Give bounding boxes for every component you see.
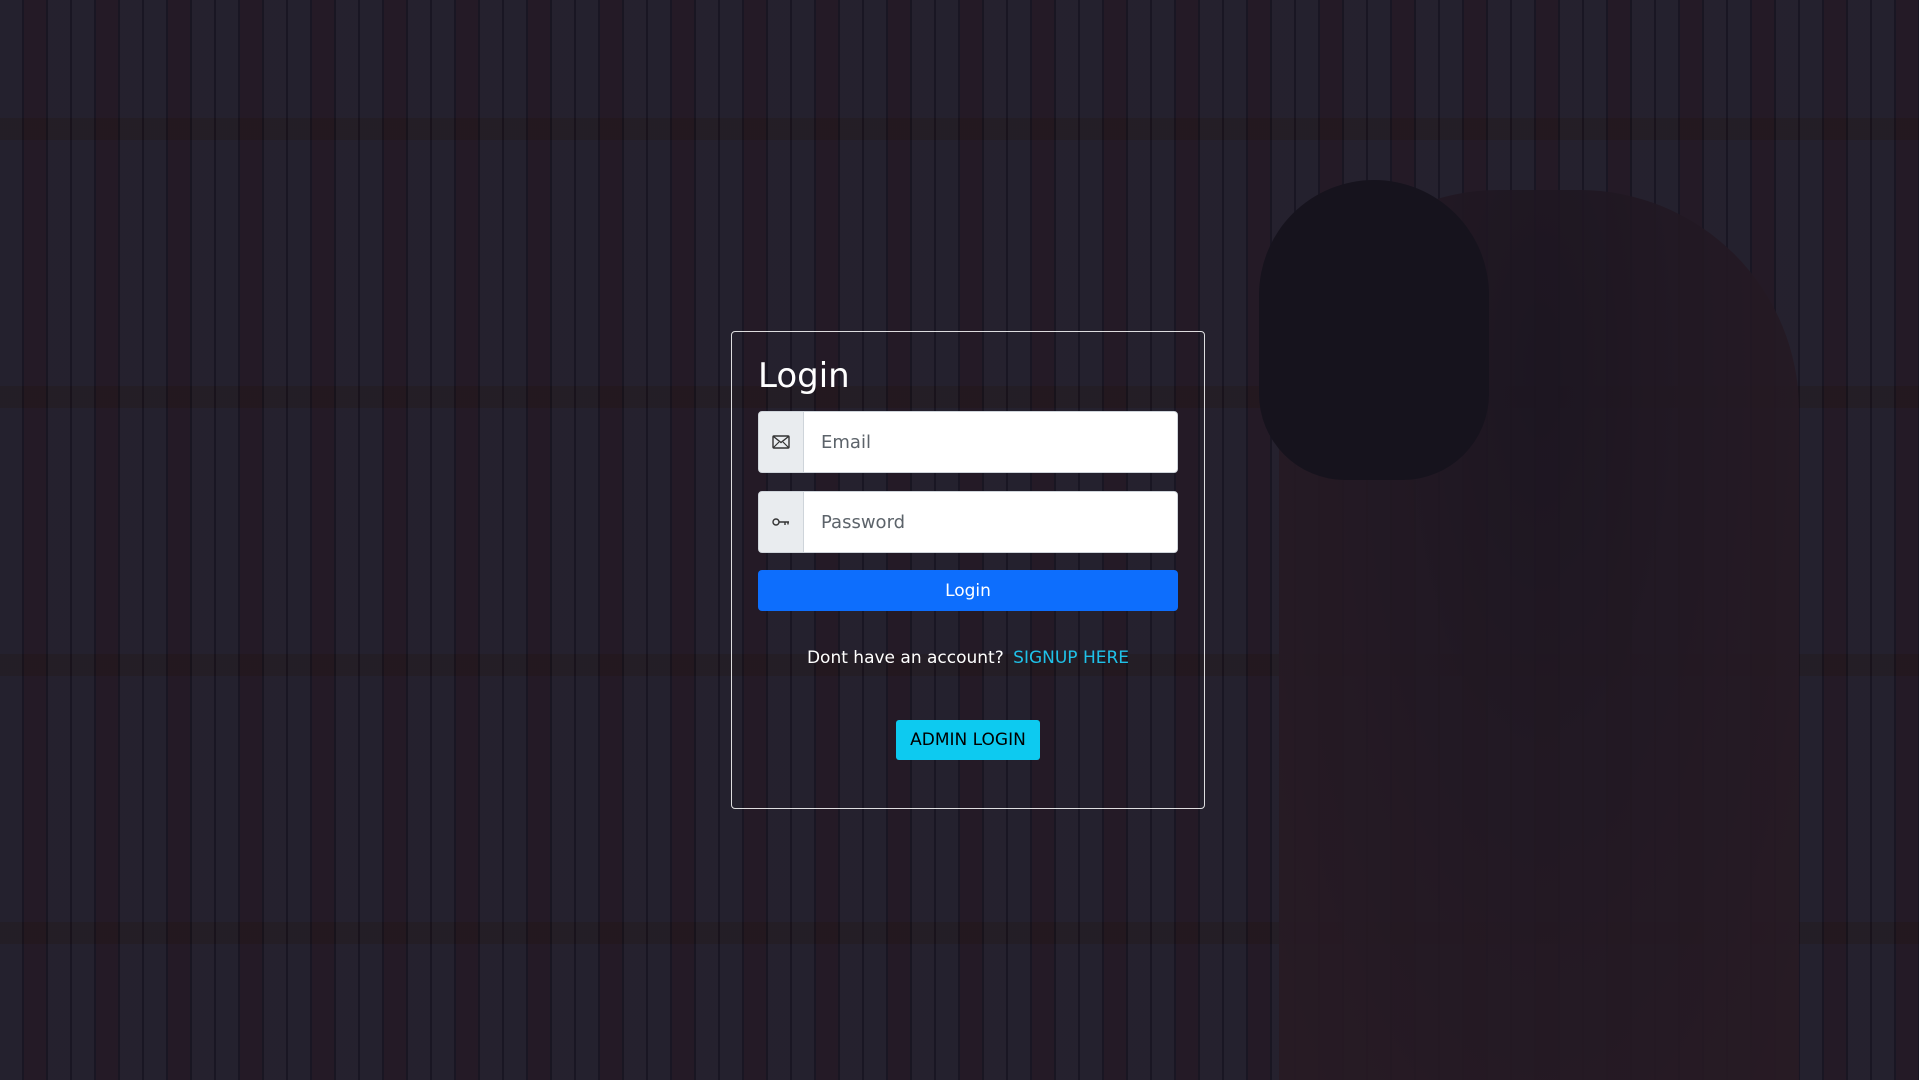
envelope-icon bbox=[759, 412, 804, 473]
password-field[interactable] bbox=[804, 492, 1177, 553]
signup-prompt: Dont have an account? bbox=[806, 648, 1004, 669]
email-input-group bbox=[758, 411, 1178, 474]
password-input-group bbox=[758, 491, 1178, 554]
signup-link[interactable]: SIGNUP HERE bbox=[1013, 648, 1129, 668]
signup-row: Dont have an account? SIGNUP HERE bbox=[758, 648, 1178, 668]
email-field[interactable] bbox=[804, 412, 1177, 473]
login-button[interactable]: Login bbox=[758, 570, 1178, 612]
login-page: Login Login Dont have an acc bbox=[0, 0, 1919, 1080]
login-title: Login bbox=[758, 356, 850, 396]
admin-login-wrap: ADMIN LOGIN bbox=[758, 720, 1178, 761]
key-icon bbox=[759, 492, 804, 553]
admin-login-button[interactable]: ADMIN LOGIN bbox=[896, 720, 1040, 761]
login-card: Login Login Dont have an acc bbox=[731, 331, 1205, 809]
